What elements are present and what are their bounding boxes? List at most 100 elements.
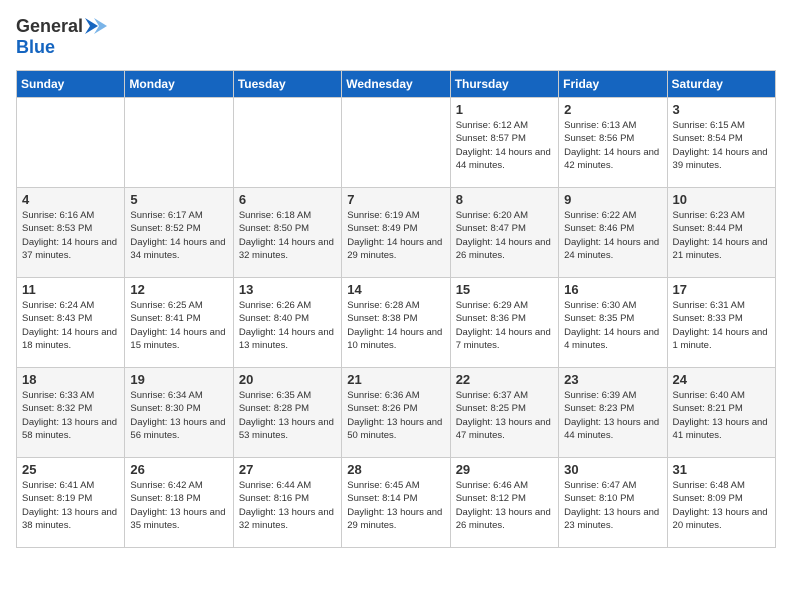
calendar-cell: 26 Sunrise: 6:42 AMSunset: 8:18 PMDayligh… <box>125 458 233 548</box>
day-number: 25 <box>22 462 119 477</box>
weekday-row: SundayMondayTuesdayWednesdayThursdayFrid… <box>17 71 776 98</box>
day-info: Sunrise: 6:31 AMSunset: 8:33 PMDaylight:… <box>673 299 770 352</box>
day-info: Sunrise: 6:36 AMSunset: 8:26 PMDaylight:… <box>347 389 444 442</box>
day-number: 26 <box>130 462 227 477</box>
calendar-cell: 2 Sunrise: 6:13 AMSunset: 8:56 PMDaylight… <box>559 98 667 188</box>
calendar-cell: 22 Sunrise: 6:37 AMSunset: 8:25 PMDayligh… <box>450 368 558 458</box>
calendar-cell: 20 Sunrise: 6:35 AMSunset: 8:28 PMDayligh… <box>233 368 341 458</box>
weekday-header-thursday: Thursday <box>450 71 558 98</box>
day-info: Sunrise: 6:48 AMSunset: 8:09 PMDaylight:… <box>673 479 770 532</box>
day-info: Sunrise: 6:45 AMSunset: 8:14 PMDaylight:… <box>347 479 444 532</box>
day-info: Sunrise: 6:30 AMSunset: 8:35 PMDaylight:… <box>564 299 661 352</box>
page-header: General Blue <box>16 16 776 58</box>
calendar-cell <box>233 98 341 188</box>
calendar-cell <box>17 98 125 188</box>
calendar-cell: 28 Sunrise: 6:45 AMSunset: 8:14 PMDayligh… <box>342 458 450 548</box>
day-number: 24 <box>673 372 770 387</box>
calendar-cell: 31Sunrise: 6:48 AMSunset: 8:09 PMDayligh… <box>667 458 775 548</box>
day-number: 12 <box>130 282 227 297</box>
day-number: 10 <box>673 192 770 207</box>
day-number: 9 <box>564 192 661 207</box>
day-info: Sunrise: 6:33 AMSunset: 8:32 PMDaylight:… <box>22 389 119 442</box>
day-number: 22 <box>456 372 553 387</box>
weekday-header-monday: Monday <box>125 71 233 98</box>
day-number: 14 <box>347 282 444 297</box>
day-number: 21 <box>347 372 444 387</box>
calendar-table: SundayMondayTuesdayWednesdayThursdayFrid… <box>16 70 776 548</box>
day-info: Sunrise: 6:37 AMSunset: 8:25 PMDaylight:… <box>456 389 553 442</box>
logo: General Blue <box>16 16 107 58</box>
calendar-cell: 9Sunrise: 6:22 AMSunset: 8:46 PMDaylight… <box>559 188 667 278</box>
day-info: Sunrise: 6:40 AMSunset: 8:21 PMDaylight:… <box>673 389 770 442</box>
day-info: Sunrise: 6:42 AMSunset: 8:18 PMDaylight:… <box>130 479 227 532</box>
calendar-cell: 15 Sunrise: 6:29 AMSunset: 8:36 PMDayligh… <box>450 278 558 368</box>
day-number: 1 <box>456 102 553 117</box>
day-number: 17 <box>673 282 770 297</box>
calendar-week-4: 18 Sunrise: 6:33 AMSunset: 8:32 PMDayligh… <box>17 368 776 458</box>
day-info: Sunrise: 6:44 AMSunset: 8:16 PMDaylight:… <box>239 479 336 532</box>
day-number: 3 <box>673 102 770 117</box>
calendar-cell: 8 Sunrise: 6:20 AMSunset: 8:47 PMDaylight… <box>450 188 558 278</box>
day-info: Sunrise: 6:47 AMSunset: 8:10 PMDaylight:… <box>564 479 661 532</box>
calendar-cell: 18 Sunrise: 6:33 AMSunset: 8:32 PMDayligh… <box>17 368 125 458</box>
logo-general: General <box>16 16 83 37</box>
day-info: Sunrise: 6:26 AMSunset: 8:40 PMDaylight:… <box>239 299 336 352</box>
weekday-header-wednesday: Wednesday <box>342 71 450 98</box>
calendar-week-2: 4 Sunrise: 6:16 AMSunset: 8:53 PMDaylight… <box>17 188 776 278</box>
day-number: 5 <box>130 192 227 207</box>
calendar-cell: 5 Sunrise: 6:17 AMSunset: 8:52 PMDaylight… <box>125 188 233 278</box>
calendar-cell <box>342 98 450 188</box>
day-info: Sunrise: 6:34 AMSunset: 8:30 PMDaylight:… <box>130 389 227 442</box>
logo-arrow-icon <box>85 16 107 36</box>
calendar-cell: 3Sunrise: 6:15 AMSunset: 8:54 PMDaylight… <box>667 98 775 188</box>
weekday-header-tuesday: Tuesday <box>233 71 341 98</box>
day-info: Sunrise: 6:29 AMSunset: 8:36 PMDaylight:… <box>456 299 553 352</box>
calendar-cell: 13Sunrise: 6:26 AMSunset: 8:40 PMDayligh… <box>233 278 341 368</box>
calendar-cell: 19 Sunrise: 6:34 AMSunset: 8:30 PMDayligh… <box>125 368 233 458</box>
calendar-cell <box>125 98 233 188</box>
day-number: 27 <box>239 462 336 477</box>
day-number: 4 <box>22 192 119 207</box>
calendar-cell: 16 Sunrise: 6:30 AMSunset: 8:35 PMDayligh… <box>559 278 667 368</box>
day-info: Sunrise: 6:25 AMSunset: 8:41 PMDaylight:… <box>130 299 227 352</box>
day-info: Sunrise: 6:18 AMSunset: 8:50 PMDaylight:… <box>239 209 336 262</box>
day-info: Sunrise: 6:41 AMSunset: 8:19 PMDaylight:… <box>22 479 119 532</box>
day-number: 2 <box>564 102 661 117</box>
day-number: 8 <box>456 192 553 207</box>
day-number: 30 <box>564 462 661 477</box>
logo-blue: Blue <box>16 37 55 57</box>
day-info: Sunrise: 6:19 AMSunset: 8:49 PMDaylight:… <box>347 209 444 262</box>
day-number: 19 <box>130 372 227 387</box>
day-number: 6 <box>239 192 336 207</box>
day-number: 20 <box>239 372 336 387</box>
day-info: Sunrise: 6:24 AMSunset: 8:43 PMDaylight:… <box>22 299 119 352</box>
calendar-cell: 17 Sunrise: 6:31 AMSunset: 8:33 PMDayligh… <box>667 278 775 368</box>
day-info: Sunrise: 6:35 AMSunset: 8:28 PMDaylight:… <box>239 389 336 442</box>
calendar-cell: 27 Sunrise: 6:44 AMSunset: 8:16 PMDayligh… <box>233 458 341 548</box>
weekday-header-friday: Friday <box>559 71 667 98</box>
day-info: Sunrise: 6:28 AMSunset: 8:38 PMDaylight:… <box>347 299 444 352</box>
calendar-cell: 25 Sunrise: 6:41 AMSunset: 8:19 PMDayligh… <box>17 458 125 548</box>
day-info: Sunrise: 6:20 AMSunset: 8:47 PMDaylight:… <box>456 209 553 262</box>
day-number: 11 <box>22 282 119 297</box>
calendar-cell: 1 Sunrise: 6:12 AMSunset: 8:57 PMDaylight… <box>450 98 558 188</box>
calendar-cell: 29Sunrise: 6:46 AMSunset: 8:12 PMDayligh… <box>450 458 558 548</box>
day-info: Sunrise: 6:12 AMSunset: 8:57 PMDaylight:… <box>456 119 553 172</box>
day-number: 15 <box>456 282 553 297</box>
day-number: 28 <box>347 462 444 477</box>
day-info: Sunrise: 6:16 AMSunset: 8:53 PMDaylight:… <box>22 209 119 262</box>
calendar-cell: 4 Sunrise: 6:16 AMSunset: 8:53 PMDaylight… <box>17 188 125 278</box>
weekday-header-saturday: Saturday <box>667 71 775 98</box>
calendar-cell: 30 Sunrise: 6:47 AMSunset: 8:10 PMDayligh… <box>559 458 667 548</box>
day-info: Sunrise: 6:17 AMSunset: 8:52 PMDaylight:… <box>130 209 227 262</box>
day-number: 16 <box>564 282 661 297</box>
calendar-cell: 14 Sunrise: 6:28 AMSunset: 8:38 PMDayligh… <box>342 278 450 368</box>
calendar-cell: 24 Sunrise: 6:40 AMSunset: 8:21 PMDayligh… <box>667 368 775 458</box>
weekday-header-sunday: Sunday <box>17 71 125 98</box>
calendar-header: SundayMondayTuesdayWednesdayThursdayFrid… <box>17 71 776 98</box>
day-number: 18 <box>22 372 119 387</box>
day-info: Sunrise: 6:23 AMSunset: 8:44 PMDaylight:… <box>673 209 770 262</box>
day-number: 23 <box>564 372 661 387</box>
day-info: Sunrise: 6:13 AMSunset: 8:56 PMDaylight:… <box>564 119 661 172</box>
calendar-cell: 6 Sunrise: 6:18 AMSunset: 8:50 PMDaylight… <box>233 188 341 278</box>
